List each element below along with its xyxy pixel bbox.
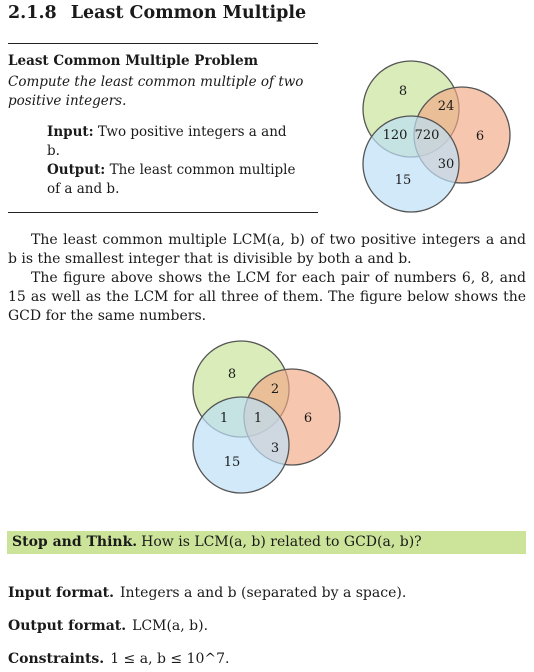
output-format-text: LCM(a, b). — [132, 618, 209, 634]
stop-and-think-label: Stop and Think. — [12, 534, 138, 550]
lcm-label-bc: 30 — [438, 157, 455, 172]
paragraph-lcm-definition: The least common multiple LCM(a, b) of t… — [8, 232, 526, 267]
constraints-text: 1 ≤ a, b ≤ 10^7. — [110, 651, 230, 667]
problem-description: Compute the least common multiple of two… — [8, 74, 304, 109]
output-format-label: Output format. — [8, 618, 127, 634]
gcd-label-abc: 1 — [254, 411, 262, 426]
lcm-label-ac: 120 — [383, 128, 408, 143]
lcm-label-8: 8 — [399, 84, 407, 99]
problem-box-bottom-rule — [8, 212, 318, 213]
output-format: Output format. LCM(a, b). — [8, 618, 208, 634]
stop-and-think-text: How is LCM(a, b) related to GCD(a, b)? — [141, 534, 422, 550]
gcd-label-6: 6 — [304, 411, 312, 426]
input-format-label: Input format. — [8, 585, 114, 601]
constraints-label: Constraints. — [8, 651, 105, 667]
paragraph-figure-explanation: The figure above shows the LCM for each … — [8, 270, 526, 324]
gcd-label-8: 8 — [228, 367, 236, 382]
section-heading: 2.1.8 Least Common Multiple — [8, 3, 306, 23]
problem-output-label: Output: — [47, 162, 106, 178]
input-format-text: Integers a and b (separated by a space). — [120, 585, 407, 601]
section-number: 2.1.8 — [8, 3, 57, 23]
problem-input: Input: Two positive integers a and b. — [47, 123, 297, 161]
problem-title: Least Common Multiple Problem — [8, 53, 259, 69]
lcm-label-ab: 24 — [438, 99, 455, 114]
gcd-label-bc: 3 — [271, 441, 279, 456]
lcm-label-15: 15 — [395, 173, 412, 188]
lcm-label-6: 6 — [476, 129, 484, 144]
lcm-label-abc: 720 — [415, 128, 440, 143]
problem-input-label: Input: — [47, 124, 94, 140]
gcd-venn-diagram: 8 6 15 2 1 3 1 — [192, 340, 341, 494]
gcd-label-ac: 1 — [220, 411, 228, 426]
constraints: Constraints. 1 ≤ a, b ≤ 10^7. — [8, 651, 229, 667]
input-format: Input format. Integers a and b (separated… — [8, 585, 406, 601]
problem-output: Output: The least common multiple of a a… — [47, 161, 297, 199]
lcm-venn-diagram: 8 6 15 24 120 30 720 — [362, 60, 511, 213]
gcd-label-15: 15 — [224, 455, 241, 470]
section-title: Least Common Multiple — [70, 3, 307, 23]
problem-box-top-rule — [8, 43, 318, 44]
stop-and-think-box: Stop and Think. How is LCM(a, b) related … — [7, 531, 526, 554]
gcd-label-ab: 2 — [271, 382, 279, 397]
